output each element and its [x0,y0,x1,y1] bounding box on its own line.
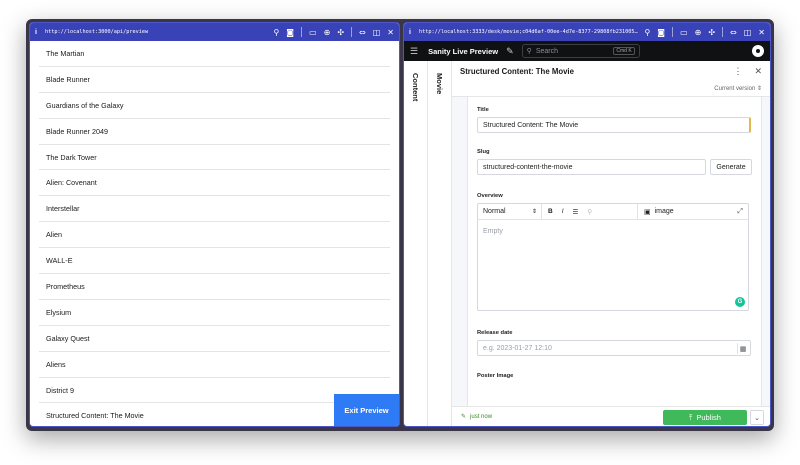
chevron-down-icon: ⌄ [754,414,760,422]
editor-placeholder: Empty [483,228,503,235]
form-card: Title Structured Content: The Movie Slug… [467,97,762,406]
document-form: Title Structured Content: The Movie Slug… [452,97,770,406]
window-icon[interactable]: ▭ [680,28,688,37]
exit-preview-button[interactable]: Exit Preview [334,394,399,426]
link-icon[interactable]: ⚲ [273,28,279,37]
insert-image-button[interactable]: ▣ image [638,208,674,216]
style-select[interactable]: Normal ⇕ [478,204,542,219]
hamburger-icon[interactable]: ☰ [410,46,418,57]
movie-pane[interactable]: Movie [428,61,452,426]
close-icon[interactable]: ✕ [754,66,762,77]
italic-icon[interactable]: I [562,208,564,215]
overview-editor[interactable]: Normal ⇕ B I ☰ ⚲ ▣ image ⤢ Empty G [477,203,749,311]
chevron-updown-icon: ⇕ [756,86,762,92]
movie-item[interactable]: Alien [39,222,390,249]
upload-icon: ⤒ [689,412,693,422]
camera-icon[interactable]: ◙ [657,28,665,37]
crosshair-icon[interactable]: ✣ [337,28,344,37]
movie-item[interactable]: The Martian [39,41,390,67]
release-date-label: Release date [477,330,513,336]
studio-url[interactable]: http://localhost:3333/desk/movie;c04d6af… [419,29,638,35]
app-frame: i http://localhost:3000/api/preview ⚲ ◙ … [26,19,774,431]
crosshair-icon[interactable]: ✣ [708,28,715,37]
expand-icon[interactable]: ⤢ [737,208,743,216]
editor-toolbar: Normal ⇕ B I ☰ ⚲ ▣ image ⤢ [478,204,748,220]
window-icon[interactable]: ▭ [309,28,317,37]
separator [722,27,724,37]
image-icon: ▣ [644,208,651,216]
preview-url[interactable]: http://localhost:3000/api/preview [45,29,267,35]
content-pane[interactable]: Content [404,61,428,426]
publish-button[interactable]: ⤒ Publish [663,410,747,425]
preview-window: i http://localhost:3000/api/preview ⚲ ◙ … [29,22,400,427]
document-pane: Structured Content: The Movie ⋮ ✕ Curren… [452,61,770,426]
studio-url-bar: i http://localhost:3333/desk/movie;c04d6… [404,23,770,41]
split-icon[interactable]: ◫ [373,28,381,37]
document-header: Structured Content: The Movie ⋮ ✕ Curren… [452,61,770,97]
search-input[interactable]: ⚲ Search Cmd K [521,44,640,58]
slug-field[interactable]: structured-content-the-movie [477,159,706,175]
info-icon[interactable]: i [35,29,45,36]
publish-menu-button[interactable]: ⌄ [750,410,764,425]
studio-window: i http://localhost:3333/desk/movie;c04d6… [403,22,771,427]
bold-icon[interactable]: B [548,208,553,215]
close-icon[interactable]: ✕ [758,28,765,37]
movie-item[interactable]: Aliens [39,352,390,378]
document-footer: ✎ just now ⤒ Publish ⌄ [452,406,770,426]
generate-button[interactable]: Generate [710,159,752,175]
title-label: Title [477,107,489,113]
info-icon[interactable]: i [409,29,419,36]
overview-label: Overview [477,193,503,199]
separator [351,27,353,37]
globe-icon[interactable]: ⊕ [695,28,702,37]
save-status: just now [470,413,493,420]
preview-url-bar: i http://localhost:3000/api/preview ⚲ ◙ … [30,23,399,41]
movie-item[interactable]: The Dark Tower [39,145,390,171]
slug-label: Slug [477,149,490,155]
more-icon[interactable]: ⋮ [733,66,742,77]
search-icon: ⚲ [526,48,532,55]
chevron-updown-icon: ⇕ [531,209,537,215]
movie-item[interactable]: Guardians of the Galaxy [39,93,390,119]
resize-icon[interactable]: ⇔ [730,28,737,37]
separator [301,27,303,37]
calendar-icon[interactable]: ▦ [737,343,748,354]
compose-icon[interactable]: ✎ [506,46,514,57]
movie-item[interactable]: WALL-E [39,248,390,275]
link-icon[interactable]: ⚲ [587,208,592,216]
content-pane-label: Content [411,73,420,102]
resize-icon[interactable]: ⇔ [359,28,366,37]
edit-icon: ✎ [461,414,467,420]
movie-item[interactable]: Alien: Covenant [39,170,390,197]
avatar[interactable] [752,45,764,57]
globe-icon[interactable]: ⊕ [324,28,331,37]
document-title: Structured Content: The Movie [460,67,574,76]
camera-icon[interactable]: ◙ [286,28,294,37]
studio-navbar: ☰ Sanity Live Preview ✎ ⚲ Search Cmd K [404,41,770,61]
movie-item[interactable]: Blade Runner [39,67,390,93]
list-icon[interactable]: ☰ [573,208,579,216]
link-icon[interactable]: ⚲ [644,28,650,37]
studio-title[interactable]: Sanity Live Preview [428,47,498,56]
movie-item[interactable]: Prometheus [39,274,390,300]
close-icon[interactable]: ✕ [387,28,394,37]
movie-list: The Martian Blade Runner Guardians of th… [30,41,399,426]
grammarly-icon[interactable]: G [735,297,745,307]
release-date-field[interactable]: e.g. 2023-01-27 12:10 ▦ [477,340,751,356]
title-field[interactable]: Structured Content: The Movie [477,117,751,133]
split-icon[interactable]: ◫ [744,28,752,37]
movie-item[interactable]: Elysium [39,300,390,326]
movie-item[interactable]: Interstellar [39,196,390,223]
version-selector[interactable]: Current version ⇕ [714,85,762,92]
search-placeholder: Search [535,47,558,55]
movie-item[interactable]: Blade Runner 2049 [39,119,390,145]
search-shortcut: Cmd K [613,47,635,55]
movie-pane-label: Movie [435,73,444,95]
separator [672,27,674,37]
movie-item[interactable]: Galaxy Quest [39,326,390,352]
poster-image-label: Poster Image [477,373,514,379]
